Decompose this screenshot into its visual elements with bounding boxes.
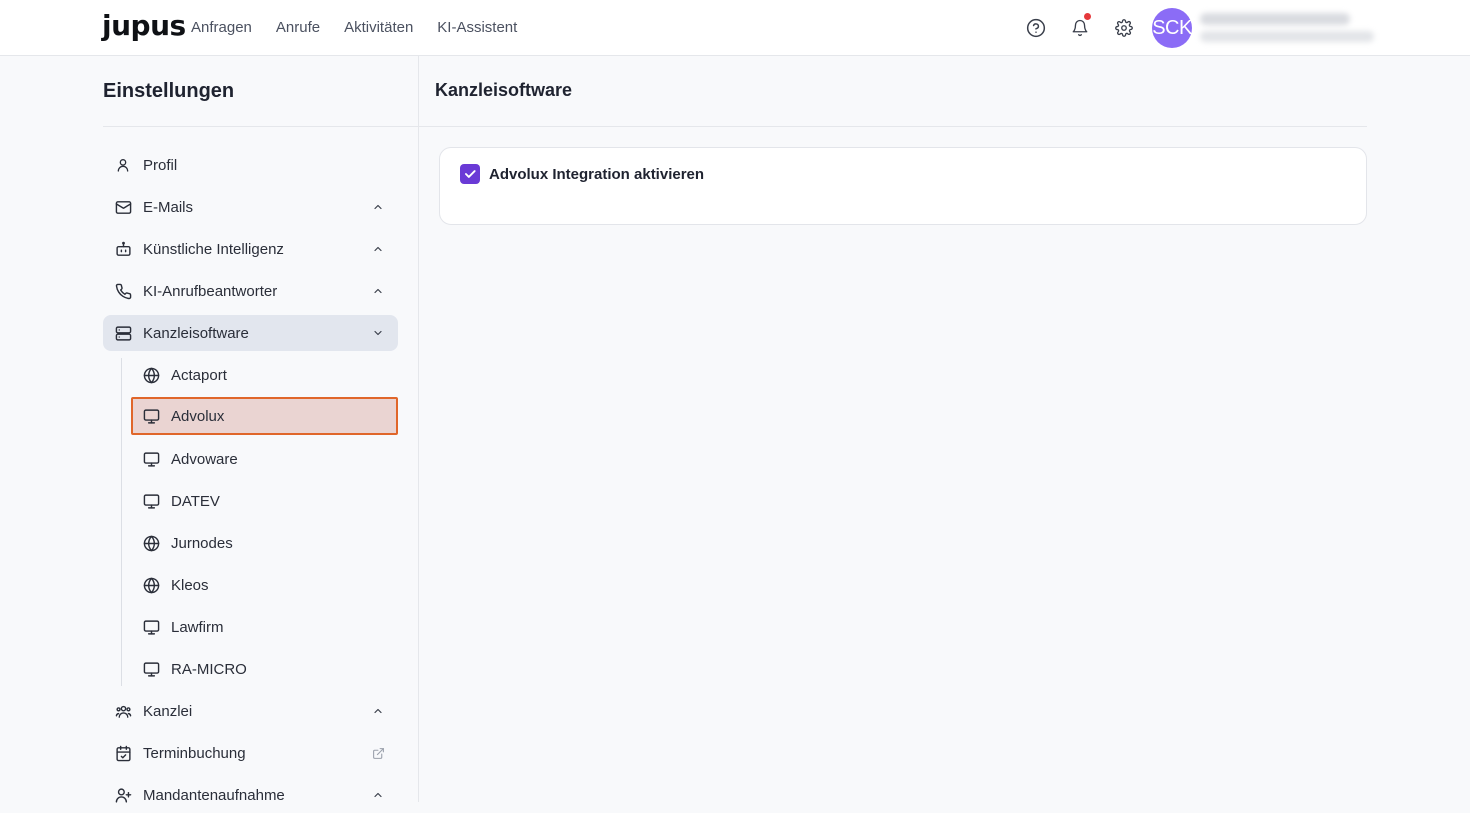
- sidebar-item-kanzlei[interactable]: Kanzlei: [103, 693, 398, 729]
- advolux-integration-checkbox[interactable]: [460, 164, 480, 184]
- sidebar-item-kuenstliche-intelligenz[interactable]: Künstliche Intelligenz: [103, 231, 398, 267]
- sidebar-subitem-label: DATEV: [171, 492, 220, 510]
- settings-sidebar: Einstellungen Profil E-Mails Künstliche …: [0, 56, 419, 804]
- sidebar-subitem-kleos[interactable]: Kleos: [131, 566, 398, 604]
- sidebar-item-label: Kanzlei: [143, 702, 193, 720]
- sidebar-subitem-datev[interactable]: DATEV: [131, 482, 398, 520]
- sidebar-subitem-label: Jurnodes: [171, 534, 233, 552]
- nav-anrufe[interactable]: Anrufe: [276, 18, 320, 38]
- user-email-redacted: [1200, 31, 1374, 42]
- sidebar-subitem-ra-micro[interactable]: RA-MICRO: [131, 650, 398, 688]
- integration-card: Advolux Integration aktivieren: [439, 147, 1367, 225]
- sidebar-item-emails[interactable]: E-Mails: [103, 189, 398, 225]
- submenu-guide-line: [121, 358, 122, 686]
- sidebar-item-mandantenaufnahme[interactable]: Mandantenaufnahme: [103, 777, 398, 813]
- sidebar-item-label: KI-Anrufbeantworter: [143, 282, 278, 300]
- sidebar-item-label: Terminbuchung: [143, 744, 246, 762]
- sidebar-subitem-advolux[interactable]: Advolux: [131, 397, 398, 435]
- monitor-icon: [142, 407, 160, 425]
- calendar-check-icon: [114, 744, 132, 762]
- sidebar-item-terminbuchung[interactable]: Terminbuchung: [103, 735, 398, 771]
- notification-dot: [1084, 13, 1091, 20]
- gear-icon[interactable]: [1113, 17, 1135, 39]
- chevron-up-icon: [370, 283, 386, 299]
- sidebar-item-label: Profil: [143, 156, 178, 174]
- phone-icon: [114, 282, 132, 300]
- sidebar-subitem-lawfirm[interactable]: Lawfirm: [131, 608, 398, 646]
- sidebar-item-profil[interactable]: Profil: [103, 147, 398, 183]
- main-nav: Anfragen Anrufe Aktivitäten KI-Assistent: [191, 18, 541, 38]
- sidebar-subitem-jurnodes[interactable]: Jurnodes: [131, 524, 398, 562]
- globe-icon: [142, 534, 160, 552]
- jupus-logo[interactable]: jupus: [102, 9, 186, 42]
- check-icon: [464, 170, 476, 178]
- sidebar-item-label: E-Mails: [143, 198, 194, 216]
- monitor-icon: [142, 450, 160, 468]
- chevron-up-icon: [370, 787, 386, 803]
- sidebar-item-kanzleisoftware[interactable]: Kanzleisoftware: [103, 315, 398, 351]
- sidebar-item-label: Künstliche Intelligenz: [143, 240, 284, 258]
- chevron-up-icon: [370, 241, 386, 257]
- mail-icon: [114, 198, 132, 216]
- chevron-up-icon: [370, 703, 386, 719]
- external-link-icon: [370, 745, 386, 761]
- monitor-icon: [142, 660, 160, 678]
- sidebar-item-ki-anrufbeantworter[interactable]: KI-Anrufbeantworter: [103, 273, 398, 309]
- sidebar-subitem-label: Actaport: [171, 366, 227, 384]
- users-icon: [114, 702, 132, 720]
- avatar[interactable]: SCK: [1152, 8, 1192, 48]
- sidebar-item-label: Mandantenaufnahme: [143, 786, 285, 804]
- sidebar-item-label: Kanzleisoftware: [143, 324, 249, 342]
- page-title: Kanzleisoftware: [435, 80, 573, 100]
- user-plus-icon: [114, 786, 132, 804]
- question-circle-icon[interactable]: [1025, 17, 1047, 39]
- nav-anfragen[interactable]: Anfragen: [191, 18, 252, 38]
- sidebar-subitem-actaport[interactable]: Actaport: [131, 356, 398, 394]
- nav-aktivitaeten[interactable]: Aktivitäten: [344, 18, 413, 38]
- user-name-redacted: [1200, 13, 1350, 25]
- sidebar-subitem-label: Kleos: [171, 576, 209, 594]
- monitor-icon: [142, 492, 160, 510]
- server-icon: [114, 324, 132, 342]
- user-icon: [114, 156, 132, 174]
- sidebar-divider: [103, 126, 419, 127]
- sidebar-subitem-label: Lawfirm: [171, 618, 224, 636]
- checkbox-label[interactable]: Advolux Integration aktivieren: [489, 166, 704, 183]
- nav-ki-assistent[interactable]: KI-Assistent: [437, 18, 517, 38]
- sidebar-title: Einstellungen: [103, 80, 235, 102]
- bell-icon[interactable]: [1069, 13, 1091, 39]
- integration-toggle-row[interactable]: Advolux Integration aktivieren: [460, 164, 704, 184]
- sidebar-subitem-label: Advoware: [171, 450, 238, 468]
- main-divider: [419, 126, 1367, 127]
- sidebar-subitem-label: Advolux: [171, 407, 225, 425]
- globe-icon: [142, 366, 160, 384]
- sidebar-subitem-label: RA-MICRO: [171, 660, 247, 678]
- chevron-up-icon: [370, 199, 386, 215]
- bot-icon: [114, 240, 132, 258]
- sidebar-subitem-advoware[interactable]: Advoware: [131, 440, 398, 478]
- globe-icon: [142, 576, 160, 594]
- monitor-icon: [142, 618, 160, 636]
- chevron-down-icon: [370, 325, 386, 341]
- top-navigation-bar: jupus Anfragen Anrufe Aktivitäten KI-Ass…: [0, 0, 1470, 56]
